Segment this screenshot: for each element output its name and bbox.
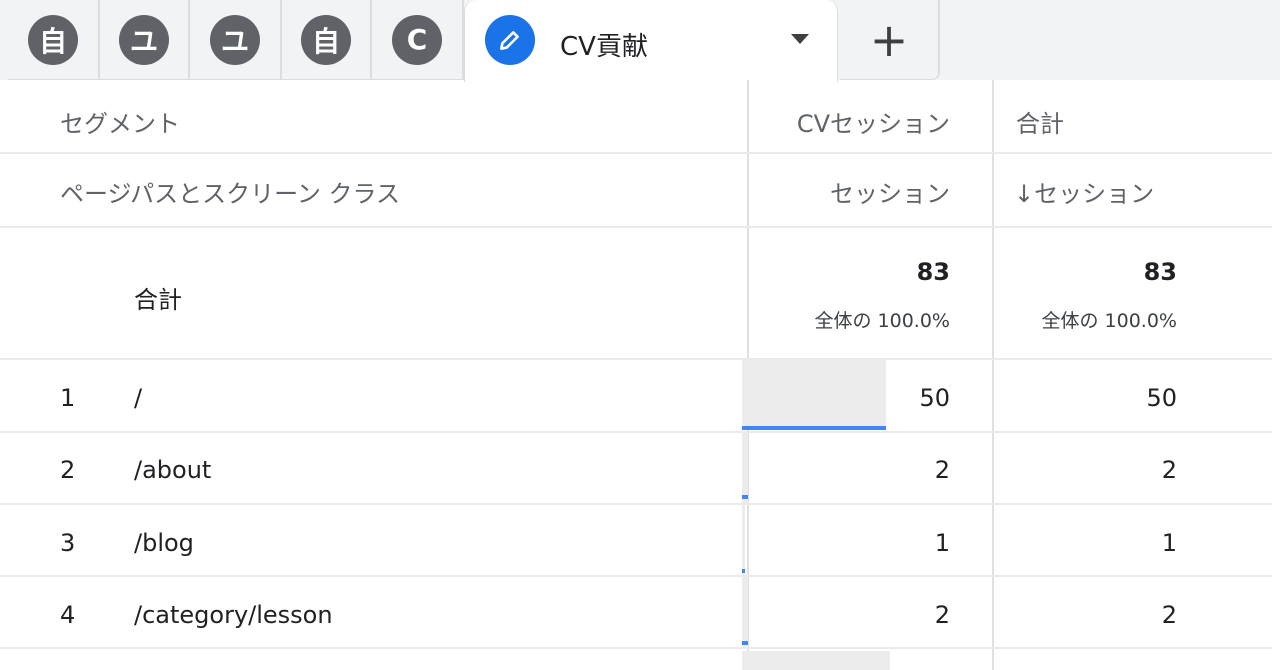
total-percentage: 全体の 100.0% <box>1041 310 1178 332</box>
segment-avatar-icon: 自 <box>28 14 78 65</box>
segment-avatar-icon: ユ <box>119 14 169 65</box>
column-header-cv-session[interactable]: CVセッション <box>742 104 950 139</box>
table-row[interactable]: 1 / 50 50 <box>0 360 1272 433</box>
column-header-total[interactable]: 合計 <box>1016 104 1064 139</box>
tab-label: CV貢献 <box>560 32 648 62</box>
total-row: 合計 83 全体の 100.0% 83 全体の 100.0% <box>0 228 1272 360</box>
total-session-value: 2 <box>1161 601 1177 629</box>
cv-session-value: 2 <box>934 456 950 484</box>
table-row[interactable]: 3 /blog 1 1 <box>0 505 1272 577</box>
session-bar-line <box>742 495 748 499</box>
metric-header-sessions[interactable]: セッション <box>742 174 950 209</box>
total-session-value: 2 <box>1161 456 1177 484</box>
session-bar <box>742 651 890 670</box>
segment-avatar-icon: C <box>392 14 442 65</box>
header-row-metric: ページパスとスクリーン クラス セッション ↓セッション <box>0 154 1272 228</box>
session-bar-line <box>742 426 886 430</box>
segment-avatar-icon: ユ <box>210 14 260 65</box>
tab-segment-2[interactable]: ユ <box>100 0 190 80</box>
total-label: 合計 <box>134 286 182 314</box>
tab-bar: 自 ユ ユ 自 C CV貢献 + <box>0 0 1280 82</box>
row-index: 1 <box>60 384 76 412</box>
table-row[interactable]: 4 /category/lesson 2 2 <box>0 577 1272 649</box>
tab-segment-4[interactable]: 自 <box>282 0 372 80</box>
segment-avatar-icon: 自 <box>301 14 351 65</box>
add-tab-button[interactable]: + <box>840 0 940 80</box>
session-bar-line <box>742 569 745 573</box>
pencil-icon <box>485 15 535 65</box>
table-row-partial <box>0 649 1272 670</box>
cv-session-value: 1 <box>934 529 950 557</box>
metric-header-sessions-sorted[interactable]: ↓セッション <box>1014 174 1154 209</box>
total-value: 83 <box>916 258 950 286</box>
table-row[interactable]: 2 /about 2 2 <box>0 433 1272 505</box>
tab-segment-3[interactable]: ユ <box>190 0 282 80</box>
total-value: 83 <box>1143 258 1177 286</box>
tab-cv-contribution[interactable]: CV貢献 <box>464 0 838 82</box>
tab-segment-5[interactable]: C <box>372 0 464 80</box>
page-path[interactable]: /blog <box>134 529 194 557</box>
total-session-value: 50 <box>1146 384 1177 412</box>
total-session-value: 1 <box>1161 529 1177 557</box>
dimension-header[interactable]: ページパスとスクリーン クラス <box>60 174 400 209</box>
row-index: 2 <box>60 456 76 484</box>
row-index: 3 <box>60 529 76 557</box>
header-row-segment: セグメント CVセッション 合計 <box>0 80 1272 154</box>
row-index: 4 <box>60 601 76 629</box>
page-path[interactable]: /category/lesson <box>134 601 333 629</box>
cv-session-value: 2 <box>934 601 950 629</box>
page-path[interactable]: / <box>134 384 142 412</box>
caret-down-icon[interactable] <box>791 34 809 44</box>
segment-header: セグメント <box>60 110 180 138</box>
session-bar-line <box>742 641 748 645</box>
cv-session-value: 50 <box>919 384 950 412</box>
total-percentage: 全体の 100.0% <box>814 310 951 332</box>
page-path[interactable]: /about <box>134 456 211 484</box>
tab-segment-1[interactable]: 自 <box>8 0 100 80</box>
